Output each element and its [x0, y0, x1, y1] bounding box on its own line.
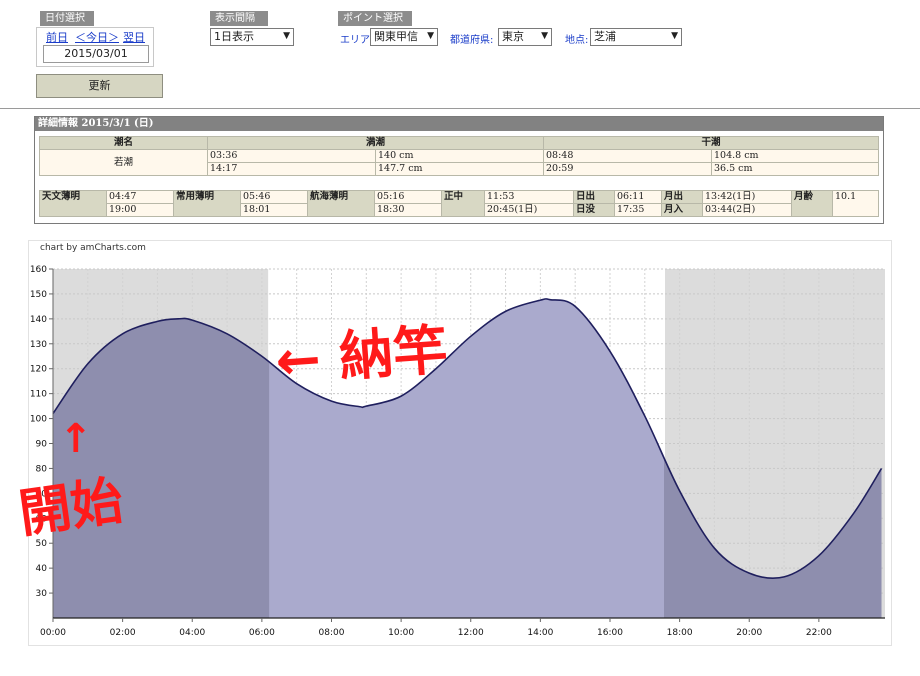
- y-tick-label: 130: [30, 340, 47, 350]
- spot-label: 地点:: [565, 35, 589, 46]
- x-tick-label: 10:00: [388, 628, 414, 638]
- low-tide-time: 20:59: [543, 162, 712, 176]
- tide-name-header: 潮名: [39, 136, 208, 150]
- x-tick-label: 16:00: [597, 628, 623, 638]
- x-tick-label: 12:00: [458, 628, 484, 638]
- y-tick-label: 150: [30, 290, 47, 300]
- y-tick-label: 140: [30, 315, 47, 325]
- today-link[interactable]: ＜今日＞: [75, 29, 119, 45]
- nautical-twilight-label: 航海薄明: [307, 190, 375, 217]
- prefecture-select-value: 東京: [502, 30, 524, 43]
- high-tide-level: 147.7 cm: [375, 162, 544, 176]
- moon-age-label: 月齢: [791, 190, 833, 217]
- y-tick-label: 120: [30, 365, 47, 375]
- transit-time-2: 20:45(1日): [484, 203, 574, 217]
- chevron-down-icon: ▼: [283, 31, 290, 41]
- x-tick-label: 06:00: [249, 628, 275, 638]
- moonrise-time: 13:42(1日): [702, 190, 792, 204]
- area-select[interactable]: 関東甲信 ▼: [370, 28, 438, 46]
- date-panel-label: 日付選択: [40, 11, 94, 26]
- y-tick-label: 100: [30, 415, 47, 425]
- area-label: エリア:: [340, 35, 374, 46]
- moon-age-value: 10.1: [832, 190, 879, 217]
- spot-select-value: 芝浦: [594, 30, 616, 43]
- astro-twilight-label: 天文薄明: [39, 190, 107, 217]
- y-tick-label: 110: [30, 390, 47, 400]
- prev-day-link[interactable]: 前日: [46, 29, 68, 45]
- civil-twilight-end: 18:01: [240, 203, 308, 217]
- detail-header: 詳細情報 2015/3/1 (日): [35, 117, 883, 131]
- annotation-start-arrow: ↑: [59, 416, 93, 462]
- next-day-link[interactable]: 翌日: [123, 29, 145, 45]
- x-tick-label: 20:00: [736, 628, 762, 638]
- low-tide-header: 干潮: [543, 136, 879, 150]
- x-tick-label: 08:00: [319, 628, 345, 638]
- area-select-value: 関東甲信: [374, 30, 418, 43]
- high-tide-time: 03:36: [207, 149, 376, 163]
- x-tick-label: 00:00: [40, 628, 66, 638]
- update-button[interactable]: 更新: [36, 74, 163, 98]
- x-tick-label: 04:00: [179, 628, 205, 638]
- x-tick-label: 18:00: [667, 628, 693, 638]
- low-tide-time: 08:48: [543, 149, 712, 163]
- sunrise-time: 06:11: [614, 190, 662, 204]
- date-field[interactable]: 2015/03/01: [43, 45, 149, 63]
- astro-twilight-end: 19:00: [106, 203, 174, 217]
- y-tick-label: 80: [36, 464, 48, 474]
- high-tide-time: 14:17: [207, 162, 376, 176]
- low-tide-level: 36.5 cm: [711, 162, 879, 176]
- tide-table: 潮名 満潮 干潮 若潮 03:36 140 cm 08:48 104.8 cm …: [39, 136, 879, 176]
- moonrise-label: 月出: [661, 190, 703, 204]
- astro-twilight-start: 04:47: [106, 190, 174, 204]
- date-panel: 前日 ＜今日＞ 翌日 2015/03/01: [36, 27, 154, 67]
- low-tide-level: 104.8 cm: [711, 149, 879, 163]
- transit-label: 正中: [441, 190, 485, 217]
- nautical-twilight-start: 05:16: [374, 190, 442, 204]
- moonset-time: 03:44(2日): [702, 203, 792, 217]
- prefecture-select[interactable]: 東京 ▼: [498, 28, 552, 46]
- y-tick-label: 40: [36, 564, 48, 574]
- chevron-down-icon: ▼: [671, 31, 678, 41]
- high-tide-header: 満潮: [207, 136, 544, 150]
- x-tick-label: 22:00: [806, 628, 832, 638]
- interval-select-value: 1日表示: [214, 30, 254, 43]
- chevron-down-icon: ▼: [541, 31, 548, 41]
- annotation-finish: ← 納竿: [273, 318, 449, 393]
- sunrise-label: 日出: [573, 190, 615, 204]
- y-tick-label: 90: [36, 440, 48, 450]
- nautical-twilight-end: 18:30: [374, 203, 442, 217]
- sunset-label: 日没: [573, 203, 615, 217]
- chevron-down-icon: ▼: [427, 31, 434, 41]
- astro-table: 天文薄明 04:47 常用薄明 05:46 航海薄明 05:16 正中 11:5…: [39, 190, 879, 217]
- point-panel-label: ポイント選択: [338, 11, 412, 26]
- x-tick-label: 14:00: [527, 628, 553, 638]
- divider: [0, 108, 920, 109]
- interval-select[interactable]: 1日表示 ▼: [210, 28, 294, 46]
- interval-panel-label: 表示間隔: [210, 11, 268, 26]
- transit-time: 11:53: [484, 190, 574, 204]
- detail-panel: 詳細情報 2015/3/1 (日) 潮名 満潮 干潮 若潮 03:36 140 …: [34, 116, 884, 224]
- tide-name: 若潮: [39, 149, 208, 176]
- tide-chart: 3040506070809010011012013014015016000:00…: [15, 265, 885, 638]
- x-tick-label: 02:00: [110, 628, 136, 638]
- prefecture-label: 都道府県:: [450, 35, 494, 46]
- spot-select[interactable]: 芝浦 ▼: [590, 28, 682, 46]
- civil-twilight-label: 常用薄明: [173, 190, 241, 217]
- sunset-time: 17:35: [614, 203, 662, 217]
- y-tick-label: 160: [30, 265, 47, 275]
- y-tick-label: 30: [36, 589, 48, 599]
- high-tide-level: 140 cm: [375, 149, 544, 163]
- moonset-label: 月入: [661, 203, 703, 217]
- civil-twilight-start: 05:46: [240, 190, 308, 204]
